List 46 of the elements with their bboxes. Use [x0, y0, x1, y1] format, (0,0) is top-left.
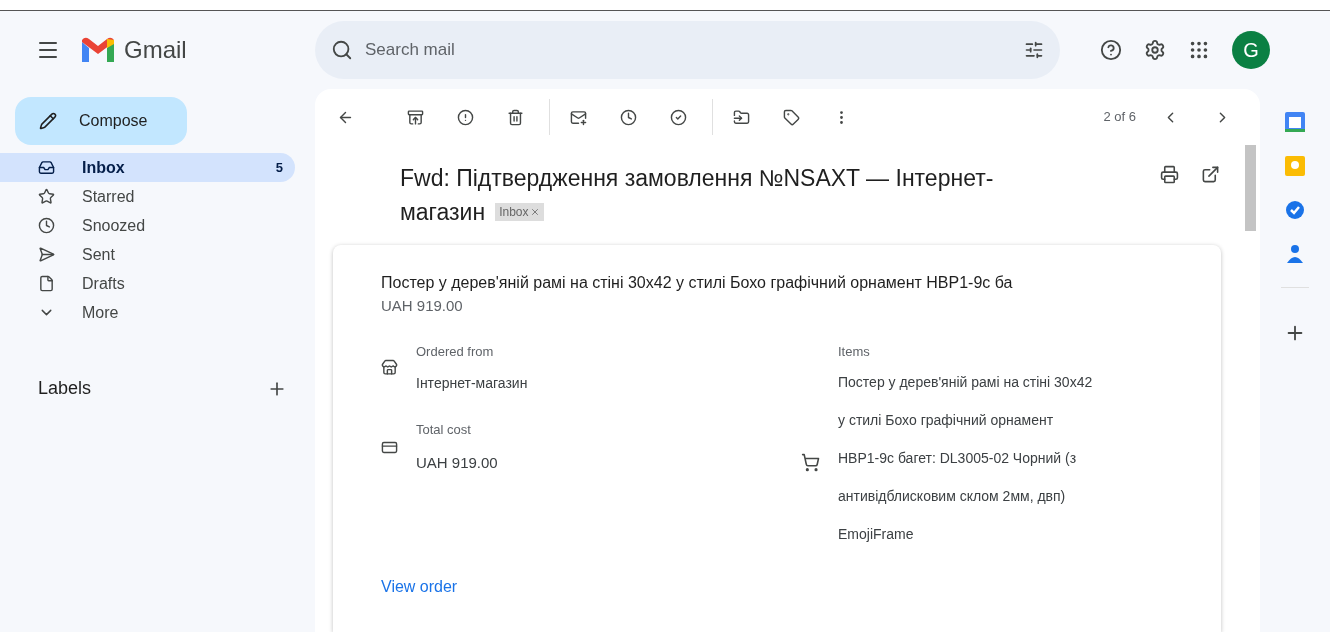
product-title: Постер у дерев'яній рамі на стіні 30x42 у стилі Бохо графічний орнамент HBP1-9c ба	[381, 273, 1014, 293]
draft-icon	[38, 275, 55, 292]
nav-item[interactable]: Inbox 5	[0, 153, 295, 182]
product-price: UAH 919.00	[381, 296, 464, 316]
help-icon[interactable]	[1100, 39, 1122, 61]
field-label: Ordered from	[416, 342, 495, 361]
page-position: 2 of 6	[1103, 108, 1136, 127]
search-bar[interactable]: Search mail	[315, 21, 1060, 79]
search-icon	[331, 39, 353, 61]
items-text: Постер у дерев'яній рамі на стіні 30x42 у стилі Бохо графічний орнамент HBP1-9c багет: DL3005-02 Чорний (з антивідблисковим склом 2мм, двп) EmojiFrame	[838, 373, 1093, 544]
contacts-icon[interactable]	[1284, 243, 1306, 265]
avatar[interactable]: G	[1232, 31, 1270, 69]
star-icon	[38, 188, 55, 205]
inbox-tag[interactable]: Inbox	[495, 203, 545, 221]
store-name: Інтернет-магазин	[416, 374, 528, 393]
inbox-icon	[38, 159, 55, 176]
email-subject: Fwd: Підтвердження замовлення №NSAXT — Інтернет-	[400, 164, 994, 193]
store-icon	[381, 359, 398, 377]
email-subject: магазин	[400, 198, 486, 227]
pencil-icon	[39, 112, 57, 130]
nav-item[interactable]: More	[0, 298, 295, 327]
apps-icon[interactable]	[1188, 39, 1210, 61]
settings-icon[interactable]	[1144, 39, 1166, 61]
search-field[interactable]: Search mail	[365, 37, 1012, 63]
logo-icon	[80, 36, 116, 64]
nav-item[interactable]: Starred	[0, 182, 295, 211]
filter-icon	[1024, 40, 1044, 60]
nav-item[interactable]: Sent	[0, 240, 295, 269]
compose-button[interactable]: Compose	[15, 97, 187, 145]
remove-icon[interactable]	[530, 207, 541, 217]
total-cost: UAH 919.00	[416, 452, 498, 473]
field-label: Items	[838, 342, 871, 361]
field-label: Total cost	[416, 421, 472, 439]
new-window-icon[interactable]	[1201, 165, 1220, 184]
app-name: Gmail	[124, 35, 187, 65]
labels-heading: Labels	[38, 377, 92, 400]
cart-icon	[801, 452, 820, 472]
clock-icon	[38, 217, 55, 234]
print-icon[interactable]	[1160, 165, 1179, 184]
unread-count: 5	[275, 158, 283, 177]
tasks-icon[interactable]	[1284, 199, 1306, 221]
view-order-link[interactable]: View order	[381, 575, 458, 599]
send-icon	[38, 246, 55, 263]
nav-item[interactable]: Snoozed	[0, 211, 295, 240]
calendar-icon[interactable]	[1284, 111, 1306, 133]
nav-item[interactable]: Drafts	[0, 269, 295, 298]
